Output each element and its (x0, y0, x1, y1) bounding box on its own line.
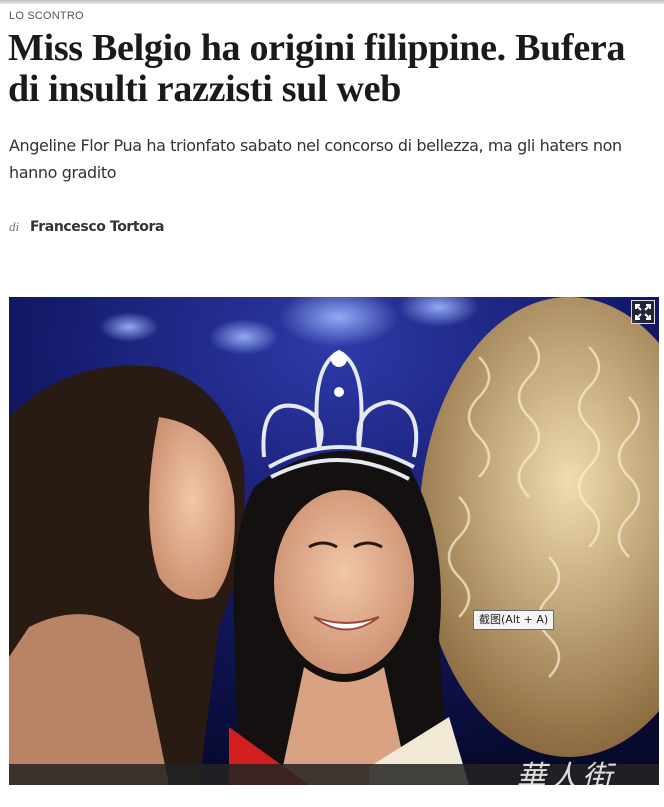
expand-photo-button[interactable] (631, 300, 655, 324)
article-photo[interactable] (9, 297, 659, 785)
author-link[interactable]: Francesco Tortora (30, 219, 164, 235)
byline-prefix: di (9, 219, 20, 234)
article-kicker[interactable]: LO SCONTRO (9, 10, 84, 22)
article-photo-image (9, 297, 659, 785)
site-watermark: 華人街 HUARENJIE (508, 752, 658, 802)
byline: di Francesco Tortora (9, 218, 164, 235)
article-subtitle: Angeline Flor Pua ha trionfato sabato ne… (9, 136, 622, 182)
expand-arrows-icon (635, 304, 651, 320)
screenshot-tooltip: 截图(Alt + A) (473, 610, 555, 630)
article-headline: Miss Belgio ha origini filippine. Bufera… (8, 27, 626, 110)
watermark-latin: HUARENJIE (528, 786, 610, 797)
top-divider (0, 0, 664, 4)
